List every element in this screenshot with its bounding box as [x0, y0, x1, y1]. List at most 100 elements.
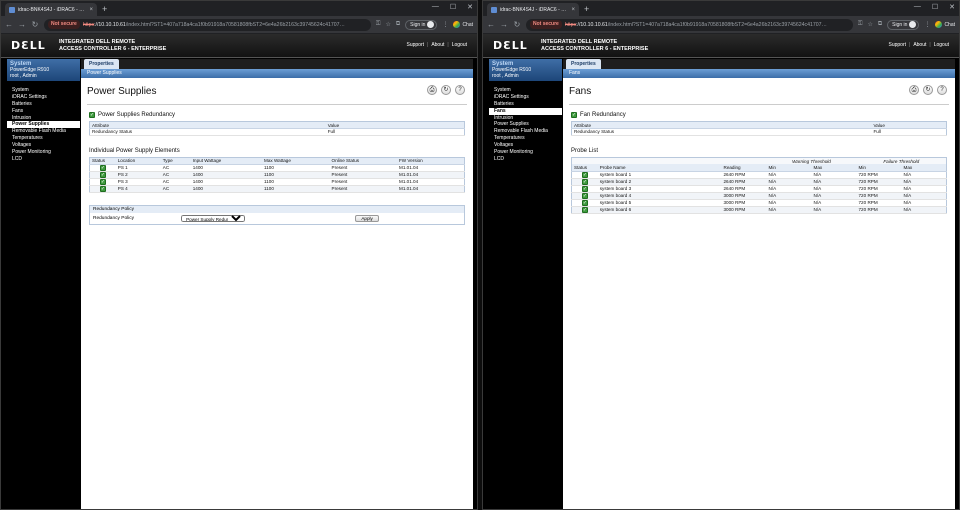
maximize-icon[interactable]: ☐ — [932, 3, 938, 11]
apply-button[interactable]: Apply — [355, 214, 380, 222]
sidebar-item-removable-flash-media[interactable]: Removable Flash Media — [489, 128, 562, 135]
logout-link[interactable]: Logout — [452, 42, 467, 48]
minimize-icon[interactable]: — — [432, 3, 439, 11]
key-icon[interactable]: ⚿ — [858, 21, 863, 28]
column-header: Max Wattage — [262, 157, 330, 165]
reload-icon[interactable]: ↻ — [31, 20, 39, 29]
tab-properties[interactable]: Properties — [566, 59, 601, 69]
sidebar-item-power-supplies[interactable]: Power Supplies — [489, 121, 562, 128]
system-box[interactable]: System PowerEdge R910 root , Admin — [7, 59, 80, 81]
chat-button[interactable]: Chat — [453, 21, 473, 28]
page-title: Power Supplies — [87, 86, 157, 97]
sign-in-button[interactable]: Sign in — [887, 19, 920, 30]
close-window-icon[interactable]: ✕ — [467, 3, 473, 11]
sidebar-item-intrusion[interactable]: Intrusion — [489, 115, 562, 122]
extensions-icon[interactable]: ⧉ — [878, 21, 882, 28]
sidebar-item-idrac-settings[interactable]: iDRAC Settings — [7, 94, 80, 101]
star-icon[interactable]: ☆ — [385, 21, 390, 28]
product-name: INTEGRATED DELL REMOTE ACCESS CONTROLLER… — [59, 38, 167, 52]
not-secure-badge[interactable]: Not secure — [530, 20, 562, 29]
back-icon[interactable]: ← — [5, 20, 13, 29]
refresh-icon[interactable]: ↻ — [441, 85, 451, 95]
sidebar-item-idrac-settings[interactable]: iDRAC Settings — [489, 94, 562, 101]
support-link[interactable]: Support — [406, 42, 424, 48]
extensions-icon[interactable]: ⧉ — [396, 21, 400, 28]
forward-icon[interactable]: → — [500, 20, 508, 29]
address-bar[interactable]: Not secure https://10.10.10.61/index.htm… — [526, 18, 853, 31]
support-link[interactable]: Support — [888, 42, 906, 48]
help-icon[interactable]: ? — [937, 85, 947, 95]
warning-threshold-header: Warning Threshold — [766, 157, 857, 165]
print-icon[interactable]: ⎙ — [427, 85, 437, 95]
about-link[interactable]: About — [431, 42, 444, 48]
menu-icon[interactable]: ⋮ — [924, 21, 930, 28]
table-row: ✓ system board 2 2640 RPM N/A N/A 720 RPM N/A — [571, 178, 947, 186]
close-tab-icon[interactable]: × — [89, 7, 93, 13]
sidebar-item-removable-flash-media[interactable]: Removable Flash Media — [7, 128, 80, 135]
sidebar-item-power-monitoring[interactable]: Power Monitoring — [7, 149, 80, 156]
status-ok-icon: ✓ — [581, 171, 588, 178]
redundancy-table: Attribute Value Redundancy Status Full — [89, 121, 465, 136]
column-header: Status — [571, 164, 598, 172]
header-links: Support | About | Logout — [888, 42, 949, 48]
refresh-icon[interactable]: ↻ — [923, 85, 933, 95]
tab-title: idrac-BNK4S4J - iDRAC6 - Fans — [500, 6, 569, 13]
forward-icon[interactable]: → — [18, 20, 26, 29]
close-tab-icon[interactable]: × — [571, 7, 575, 13]
new-tab-button[interactable]: + — [102, 3, 107, 16]
status-ok-icon: ✓ — [99, 164, 106, 171]
star-icon[interactable]: ☆ — [867, 21, 872, 28]
column-header: Status — [89, 157, 116, 165]
new-tab-button[interactable]: + — [584, 3, 589, 16]
redundancy-table: Attribute Value Redundancy Status Full — [571, 121, 947, 136]
key-icon[interactable]: ⚿ — [376, 21, 381, 28]
reload-icon[interactable]: ↻ — [513, 20, 521, 29]
print-icon[interactable]: ⎙ — [909, 85, 919, 95]
column-header: Location — [115, 157, 161, 165]
redundancy-policy-select[interactable]: Power Supply Redundancy — [181, 214, 246, 222]
about-link[interactable]: About — [913, 42, 926, 48]
tab-strip: idrac-BNK4S4J - iDRAC6 - Fans × + — ☐ ✕ — [483, 1, 959, 16]
dell-logo: DƐLL — [11, 39, 46, 52]
column-header: Value — [871, 121, 947, 129]
sidebar-item-fans[interactable]: Fans — [489, 107, 562, 115]
address-bar[interactable]: Not secure https://10.10.10.61/index.htm… — [44, 18, 371, 31]
status-ok-icon: ✓ — [581, 178, 588, 185]
tab-properties[interactable]: Properties — [84, 59, 119, 69]
subtab-fans[interactable]: Fans — [563, 69, 955, 78]
sidebar-item-power-monitoring[interactable]: Power Monitoring — [489, 149, 562, 156]
divider — [569, 104, 949, 105]
sidebar-item-batteries[interactable]: Batteries — [489, 101, 562, 108]
system-box[interactable]: System PowerEdge R910 root , Admin — [489, 59, 562, 81]
sidebar-item-fans[interactable]: Fans — [7, 108, 80, 115]
menu-icon[interactable]: ⋮ — [442, 21, 448, 28]
sidebar-item-lcd[interactable]: LCD — [7, 156, 80, 163]
sidebar-item-system[interactable]: System — [7, 87, 80, 94]
table-row: Redundancy Status Full — [571, 128, 947, 136]
content-pane: Properties Power Supplies Power Supplies… — [81, 59, 473, 509]
sidebar-item-intrusion[interactable]: Intrusion — [7, 115, 80, 122]
maximize-icon[interactable]: ☐ — [450, 3, 456, 11]
browser-tab[interactable]: idrac-BNK4S4J - iDRAC6 - Fans × — [487, 3, 579, 16]
sidebar-item-batteries[interactable]: Batteries — [7, 101, 80, 108]
sign-in-button[interactable]: Sign in — [405, 19, 438, 30]
subtab-power-supplies[interactable]: Power Supplies — [81, 69, 473, 78]
sidebar-item-system[interactable]: System — [489, 87, 562, 94]
logout-link[interactable]: Logout — [934, 42, 949, 48]
sidebar-item-voltages[interactable]: Voltages — [7, 142, 80, 149]
product-name: INTEGRATED DELL REMOTE ACCESS CONTROLLER… — [541, 38, 649, 52]
sidebar-item-temperatures[interactable]: Temperatures — [489, 135, 562, 142]
sidebar-item-power-supplies[interactable]: Power Supplies — [7, 121, 80, 129]
back-icon[interactable]: ← — [487, 20, 495, 29]
url-text: https://10.10.10.61/index.html?ST1=407a7… — [564, 21, 827, 28]
sidebar-item-voltages[interactable]: Voltages — [489, 142, 562, 149]
help-icon[interactable]: ? — [455, 85, 465, 95]
chat-button[interactable]: Chat — [935, 21, 955, 28]
column-header: Max — [811, 164, 857, 172]
close-window-icon[interactable]: ✕ — [949, 3, 955, 11]
sidebar-item-lcd[interactable]: LCD — [489, 156, 562, 163]
sidebar-item-temperatures[interactable]: Temperatures — [7, 135, 80, 142]
browser-tab[interactable]: idrac-BNK4S4J - iDRAC6 - Power Supplies … — [5, 3, 97, 16]
not-secure-badge[interactable]: Not secure — [48, 20, 80, 29]
minimize-icon[interactable]: — — [914, 3, 921, 11]
